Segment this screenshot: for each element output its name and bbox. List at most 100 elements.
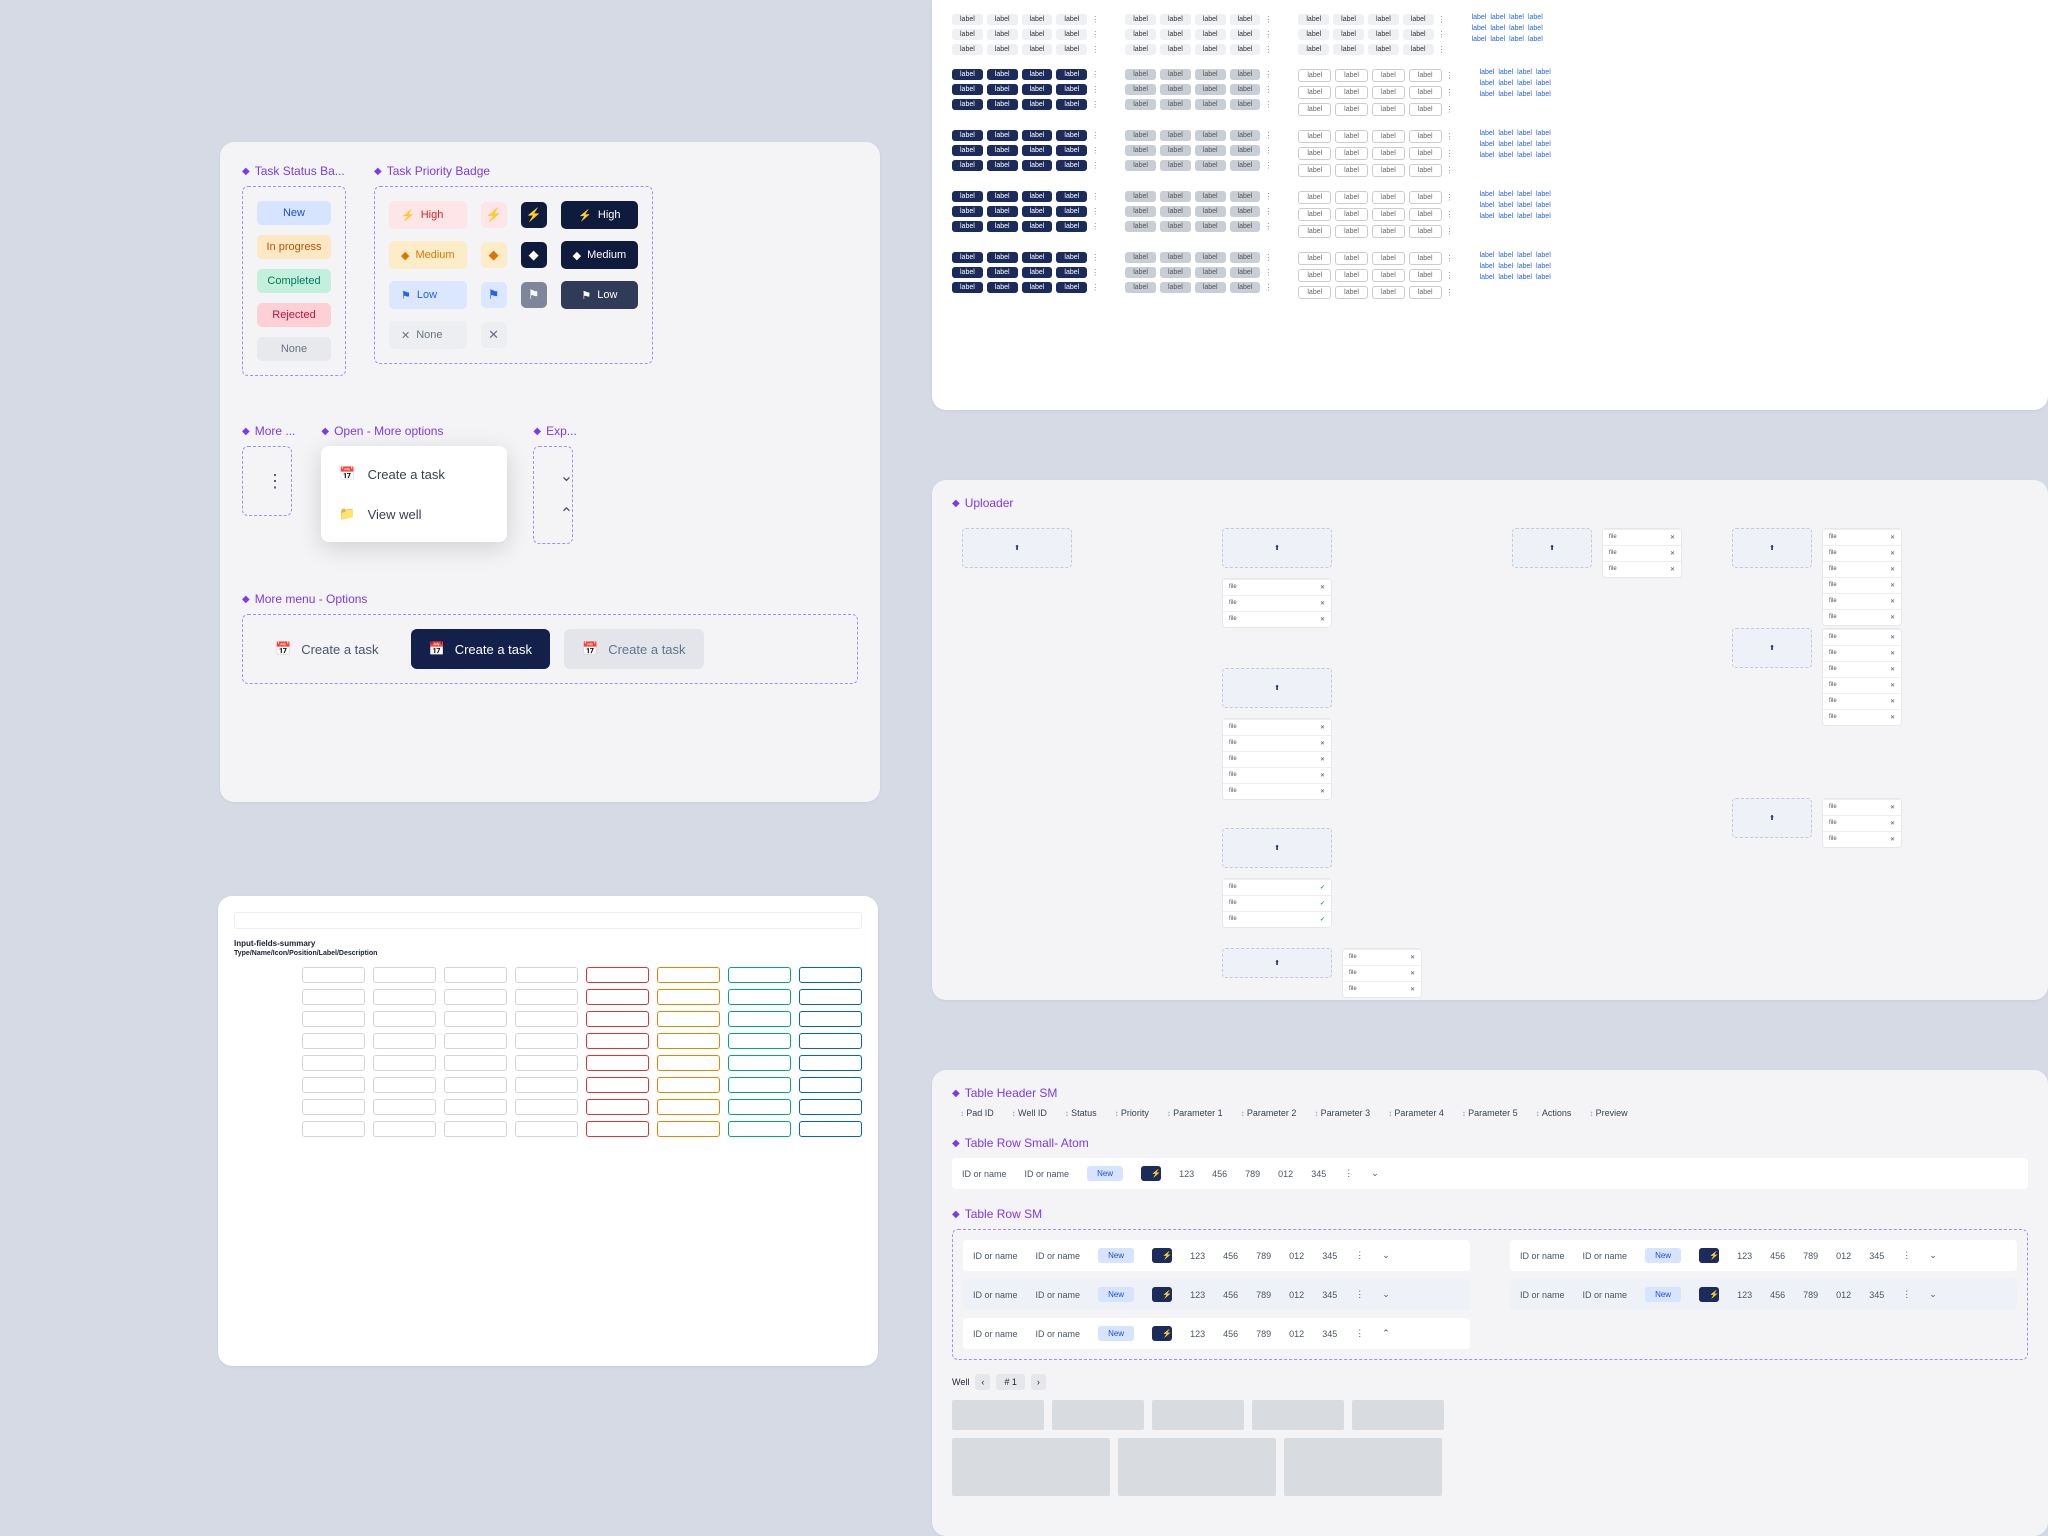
input-field[interactable]: [799, 989, 862, 1005]
upload-dropzone[interactable]: ⬆: [1732, 528, 1812, 568]
input-field[interactable]: [728, 1077, 791, 1093]
input-field[interactable]: [302, 967, 365, 983]
pager-next[interactable]: ›: [1031, 1374, 1046, 1390]
search-bar[interactable]: [234, 912, 862, 929]
input-field[interactable]: [728, 967, 791, 983]
input-field[interactable]: [586, 967, 649, 983]
input-field[interactable]: [657, 1055, 720, 1071]
kebab-icon[interactable]: ⋮: [1902, 1250, 1911, 1261]
input-field[interactable]: [586, 989, 649, 1005]
input-field[interactable]: [586, 1011, 649, 1027]
upload-dropzone[interactable]: ⬆: [1732, 628, 1812, 668]
input-field[interactable]: [515, 1055, 578, 1071]
input-field[interactable]: [302, 1121, 365, 1137]
input-field[interactable]: [657, 989, 720, 1005]
chevron-down-icon[interactable]: ⌄: [1382, 1289, 1390, 1300]
input-field[interactable]: [515, 1077, 578, 1093]
column-header[interactable]: Priority: [1115, 1108, 1149, 1118]
chevron-down-icon[interactable]: ⌄: [1382, 1250, 1390, 1261]
column-header[interactable]: Status: [1065, 1108, 1097, 1118]
input-field[interactable]: [515, 1033, 578, 1049]
input-field[interactable]: [586, 1077, 649, 1093]
input-field[interactable]: [302, 1077, 365, 1093]
kebab-icon[interactable]: ⋮: [1355, 1289, 1364, 1300]
upload-dropzone[interactable]: ⬆: [1512, 528, 1592, 568]
input-field[interactable]: [444, 1055, 507, 1071]
input-field[interactable]: [444, 967, 507, 983]
input-field[interactable]: [515, 989, 578, 1005]
input-field[interactable]: [302, 1055, 365, 1071]
chevron-up-icon[interactable]: ⌃: [1382, 1328, 1390, 1339]
input-field[interactable]: [799, 967, 862, 983]
create-task-button-ghost[interactable]: 📅 Create a task: [257, 629, 397, 669]
input-field[interactable]: [728, 1055, 791, 1071]
column-header[interactable]: Well ID: [1012, 1108, 1047, 1118]
chevron-up-icon[interactable]: ⌃: [548, 499, 584, 529]
column-header[interactable]: Parameter 1: [1167, 1108, 1223, 1118]
input-field[interactable]: [444, 1011, 507, 1027]
input-field[interactable]: [444, 989, 507, 1005]
kebab-icon[interactable]: ⋮: [1355, 1328, 1364, 1339]
input-field[interactable]: [302, 1099, 365, 1115]
input-field[interactable]: [657, 1011, 720, 1027]
input-field[interactable]: [657, 1033, 720, 1049]
input-field[interactable]: [373, 1011, 436, 1027]
input-field[interactable]: [373, 1033, 436, 1049]
input-field[interactable]: [657, 1121, 720, 1137]
input-field[interactable]: [586, 1099, 649, 1115]
input-field[interactable]: [799, 1077, 862, 1093]
column-header[interactable]: Parameter 4: [1388, 1108, 1444, 1118]
input-field[interactable]: [515, 1121, 578, 1137]
kebab-icon[interactable]: ⋮: [1902, 1289, 1911, 1300]
upload-dropzone[interactable]: ⬆: [1222, 668, 1332, 708]
input-field[interactable]: [515, 1099, 578, 1115]
input-field[interactable]: [657, 1077, 720, 1093]
input-field[interactable]: [728, 989, 791, 1005]
input-field[interactable]: [302, 989, 365, 1005]
input-field[interactable]: [728, 1121, 791, 1137]
input-field[interactable]: [799, 1033, 862, 1049]
upload-dropzone[interactable]: ⬆: [1222, 828, 1332, 868]
menu-item-view-well[interactable]: 📁 View well: [321, 494, 507, 534]
column-header[interactable]: Parameter 2: [1241, 1108, 1297, 1118]
input-field[interactable]: [444, 1033, 507, 1049]
input-field[interactable]: [302, 1011, 365, 1027]
input-field[interactable]: [586, 1121, 649, 1137]
input-field[interactable]: [515, 1011, 578, 1027]
input-field[interactable]: [657, 1099, 720, 1115]
input-field[interactable]: [515, 967, 578, 983]
upload-dropzone[interactable]: ⬆: [1222, 948, 1332, 978]
input-field[interactable]: [373, 1055, 436, 1071]
upload-dropzone[interactable]: ⬆: [962, 528, 1072, 568]
create-task-button-primary[interactable]: 📅 Create a task: [411, 629, 551, 669]
input-field[interactable]: [373, 1099, 436, 1115]
column-header[interactable]: Parameter 5: [1462, 1108, 1518, 1118]
upload-dropzone[interactable]: ⬆: [1222, 528, 1332, 568]
input-field[interactable]: [657, 967, 720, 983]
column-header[interactable]: Preview: [1589, 1108, 1627, 1118]
input-field[interactable]: [302, 1033, 365, 1049]
input-field[interactable]: [586, 1033, 649, 1049]
input-field[interactable]: [728, 1011, 791, 1027]
input-field[interactable]: [444, 1121, 507, 1137]
column-header[interactable]: Actions: [1536, 1108, 1572, 1118]
input-field[interactable]: [799, 1055, 862, 1071]
input-field[interactable]: [444, 1099, 507, 1115]
chevron-down-icon[interactable]: ⌄: [1371, 1168, 1379, 1179]
input-field[interactable]: [444, 1077, 507, 1093]
input-field[interactable]: [373, 967, 436, 983]
input-field[interactable]: [373, 1121, 436, 1137]
pager-prev[interactable]: ‹: [975, 1374, 990, 1390]
chevron-down-icon[interactable]: ⌄: [548, 461, 584, 491]
menu-item-create-task[interactable]: 📅 Create a task: [321, 454, 507, 494]
input-field[interactable]: [799, 1099, 862, 1115]
input-field[interactable]: [728, 1099, 791, 1115]
kebab-icon[interactable]: ⋮: [1344, 1168, 1353, 1179]
kebab-icon[interactable]: ⋮: [257, 461, 293, 501]
kebab-icon[interactable]: ⋮: [1355, 1250, 1364, 1261]
input-field[interactable]: [373, 1077, 436, 1093]
chevron-down-icon[interactable]: ⌄: [1929, 1250, 1937, 1261]
chevron-down-icon[interactable]: ⌄: [1929, 1289, 1937, 1300]
input-field[interactable]: [799, 1121, 862, 1137]
input-field[interactable]: [586, 1055, 649, 1071]
